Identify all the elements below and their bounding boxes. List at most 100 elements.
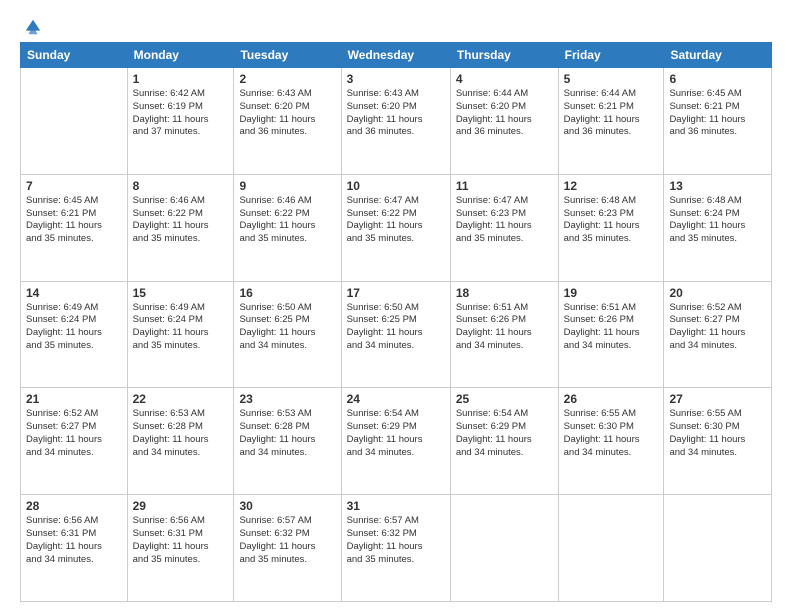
- calendar-cell: 7 Sunrise: 6:45 AM Sunset: 6:21 PM Daylig…: [21, 174, 128, 281]
- day-number: 30: [239, 499, 335, 513]
- day-number: 19: [564, 286, 659, 300]
- calendar-cell: 24Sunrise: 6:54 AM Sunset: 6:29 PM Dayli…: [341, 388, 450, 495]
- day-info: Sunrise: 6:55 AM Sunset: 6:30 PM Dayligh…: [564, 408, 659, 459]
- day-info: Sunrise: 6:47 AM Sunset: 6:22 PM Dayligh…: [347, 195, 445, 246]
- day-info: Sunrise: 6:44 AM Sunset: 6:20 PM Dayligh…: [456, 88, 553, 139]
- weekday-header-saturday: Saturday: [664, 43, 772, 68]
- calendar-cell: 27 Sunrise: 6:55 AM Sunset: 6:30 PM Dayli…: [664, 388, 772, 495]
- calendar-cell: 17 Sunrise: 6:50 AM Sunset: 6:25 PM Dayli…: [341, 281, 450, 388]
- day-number: 22: [133, 392, 229, 406]
- day-info: Sunrise: 6:50 AM Sunset: 6:25 PM Dayligh…: [347, 302, 445, 353]
- day-number: 27: [669, 392, 766, 406]
- calendar-cell: [664, 495, 772, 602]
- calendar-cell: 28 Sunrise: 6:56 AM Sunset: 6:31 PM Dayli…: [21, 495, 128, 602]
- week-row-3: 21 Sunrise: 6:52 AM Sunset: 6:27 PM Dayli…: [21, 388, 772, 495]
- day-number: 28: [26, 499, 122, 513]
- calendar-cell: 25 Sunrise: 6:54 AM Sunset: 6:29 PM Dayli…: [450, 388, 558, 495]
- calendar-cell: 30 Sunrise: 6:57 AM Sunset: 6:32 PM Dayli…: [234, 495, 341, 602]
- day-number: 2: [239, 72, 335, 86]
- day-number: 11: [456, 179, 553, 193]
- header: [20, 18, 772, 32]
- calendar-cell: 15 Sunrise: 6:49 AM Sunset: 6:24 PM Dayli…: [127, 281, 234, 388]
- day-info: Sunrise: 6:45 AM Sunset: 6:21 PM Dayligh…: [669, 88, 766, 139]
- weekday-header-tuesday: Tuesday: [234, 43, 341, 68]
- day-info: Sunrise: 6:48 AM Sunset: 6:23 PM Dayligh…: [564, 195, 659, 246]
- day-number: 1: [133, 72, 229, 86]
- week-row-4: 28 Sunrise: 6:56 AM Sunset: 6:31 PM Dayli…: [21, 495, 772, 602]
- calendar-cell: 9 Sunrise: 6:46 AM Sunset: 6:22 PM Daylig…: [234, 174, 341, 281]
- day-info: Sunrise: 6:44 AM Sunset: 6:21 PM Dayligh…: [564, 88, 659, 139]
- calendar-cell: 10 Sunrise: 6:47 AM Sunset: 6:22 PM Dayli…: [341, 174, 450, 281]
- day-info: Sunrise: 6:56 AM Sunset: 6:31 PM Dayligh…: [26, 515, 122, 566]
- logo-icon: [24, 18, 42, 36]
- day-number: 10: [347, 179, 445, 193]
- day-info: Sunrise: 6:50 AM Sunset: 6:25 PM Dayligh…: [239, 302, 335, 353]
- day-number: 5: [564, 72, 659, 86]
- day-info: Sunrise: 6:47 AM Sunset: 6:23 PM Dayligh…: [456, 195, 553, 246]
- day-number: 9: [239, 179, 335, 193]
- day-number: 8: [133, 179, 229, 193]
- calendar-cell: 31 Sunrise: 6:57 AM Sunset: 6:32 PM Dayli…: [341, 495, 450, 602]
- day-number: 21: [26, 392, 122, 406]
- day-number: 7: [26, 179, 122, 193]
- day-number: 16: [239, 286, 335, 300]
- day-info: Sunrise: 6:54 AM Sunset: 6:29 PM Dayligh…: [456, 408, 553, 459]
- calendar-cell: 11 Sunrise: 6:47 AM Sunset: 6:23 PM Dayli…: [450, 174, 558, 281]
- day-number: 14: [26, 286, 122, 300]
- day-info: Sunrise: 6:49 AM Sunset: 6:24 PM Dayligh…: [26, 302, 122, 353]
- day-info: Sunrise: 6:52 AM Sunset: 6:27 PM Dayligh…: [26, 408, 122, 459]
- calendar-cell: 26 Sunrise: 6:55 AM Sunset: 6:30 PM Dayli…: [558, 388, 664, 495]
- calendar-cell: 19Sunrise: 6:51 AM Sunset: 6:26 PM Dayli…: [558, 281, 664, 388]
- day-info: Sunrise: 6:57 AM Sunset: 6:32 PM Dayligh…: [347, 515, 445, 566]
- calendar-cell: 8Sunrise: 6:46 AM Sunset: 6:22 PM Daylig…: [127, 174, 234, 281]
- day-number: 20: [669, 286, 766, 300]
- calendar-cell: 1 Sunrise: 6:42 AM Sunset: 6:19 PM Daylig…: [127, 68, 234, 175]
- day-number: 4: [456, 72, 553, 86]
- day-info: Sunrise: 6:42 AM Sunset: 6:19 PM Dayligh…: [133, 88, 229, 139]
- calendar-cell: 20 Sunrise: 6:52 AM Sunset: 6:27 PM Dayli…: [664, 281, 772, 388]
- day-number: 12: [564, 179, 659, 193]
- calendar-cell: 12 Sunrise: 6:48 AM Sunset: 6:23 PM Dayli…: [558, 174, 664, 281]
- day-number: 26: [564, 392, 659, 406]
- day-number: 6: [669, 72, 766, 86]
- day-info: Sunrise: 6:49 AM Sunset: 6:24 PM Dayligh…: [133, 302, 229, 353]
- calendar-cell: 6 Sunrise: 6:45 AM Sunset: 6:21 PM Daylig…: [664, 68, 772, 175]
- weekday-header-sunday: Sunday: [21, 43, 128, 68]
- calendar-cell: [21, 68, 128, 175]
- calendar-cell: 29Sunrise: 6:56 AM Sunset: 6:31 PM Dayli…: [127, 495, 234, 602]
- logo: [20, 18, 42, 32]
- day-number: 15: [133, 286, 229, 300]
- day-info: Sunrise: 6:57 AM Sunset: 6:32 PM Dayligh…: [239, 515, 335, 566]
- day-number: 3: [347, 72, 445, 86]
- day-info: Sunrise: 6:51 AM Sunset: 6:26 PM Dayligh…: [456, 302, 553, 353]
- week-row-0: 1 Sunrise: 6:42 AM Sunset: 6:19 PM Daylig…: [21, 68, 772, 175]
- calendar-cell: 14 Sunrise: 6:49 AM Sunset: 6:24 PM Dayli…: [21, 281, 128, 388]
- calendar-cell: [450, 495, 558, 602]
- day-info: Sunrise: 6:46 AM Sunset: 6:22 PM Dayligh…: [239, 195, 335, 246]
- calendar-cell: 22 Sunrise: 6:53 AM Sunset: 6:28 PM Dayli…: [127, 388, 234, 495]
- page: SundayMondayTuesdayWednesdayThursdayFrid…: [0, 0, 792, 612]
- day-info: Sunrise: 6:43 AM Sunset: 6:20 PM Dayligh…: [347, 88, 445, 139]
- calendar-cell: 3 Sunrise: 6:43 AM Sunset: 6:20 PM Daylig…: [341, 68, 450, 175]
- day-info: Sunrise: 6:56 AM Sunset: 6:31 PM Dayligh…: [133, 515, 229, 566]
- day-info: Sunrise: 6:45 AM Sunset: 6:21 PM Dayligh…: [26, 195, 122, 246]
- day-number: 31: [347, 499, 445, 513]
- day-number: 18: [456, 286, 553, 300]
- logo-text: [20, 18, 42, 36]
- day-number: 13: [669, 179, 766, 193]
- day-info: Sunrise: 6:54 AM Sunset: 6:29 PM Dayligh…: [347, 408, 445, 459]
- day-number: 25: [456, 392, 553, 406]
- calendar: SundayMondayTuesdayWednesdayThursdayFrid…: [20, 42, 772, 602]
- day-info: Sunrise: 6:52 AM Sunset: 6:27 PM Dayligh…: [669, 302, 766, 353]
- day-info: Sunrise: 6:55 AM Sunset: 6:30 PM Dayligh…: [669, 408, 766, 459]
- weekday-header-row: SundayMondayTuesdayWednesdayThursdayFrid…: [21, 43, 772, 68]
- calendar-cell: 5 Sunrise: 6:44 AM Sunset: 6:21 PM Daylig…: [558, 68, 664, 175]
- calendar-cell: 23Sunrise: 6:53 AM Sunset: 6:28 PM Dayli…: [234, 388, 341, 495]
- weekday-header-wednesday: Wednesday: [341, 43, 450, 68]
- week-row-1: 7 Sunrise: 6:45 AM Sunset: 6:21 PM Daylig…: [21, 174, 772, 281]
- day-info: Sunrise: 6:53 AM Sunset: 6:28 PM Dayligh…: [133, 408, 229, 459]
- day-number: 17: [347, 286, 445, 300]
- calendar-cell: 2Sunrise: 6:43 AM Sunset: 6:20 PM Daylig…: [234, 68, 341, 175]
- weekday-header-monday: Monday: [127, 43, 234, 68]
- day-info: Sunrise: 6:48 AM Sunset: 6:24 PM Dayligh…: [669, 195, 766, 246]
